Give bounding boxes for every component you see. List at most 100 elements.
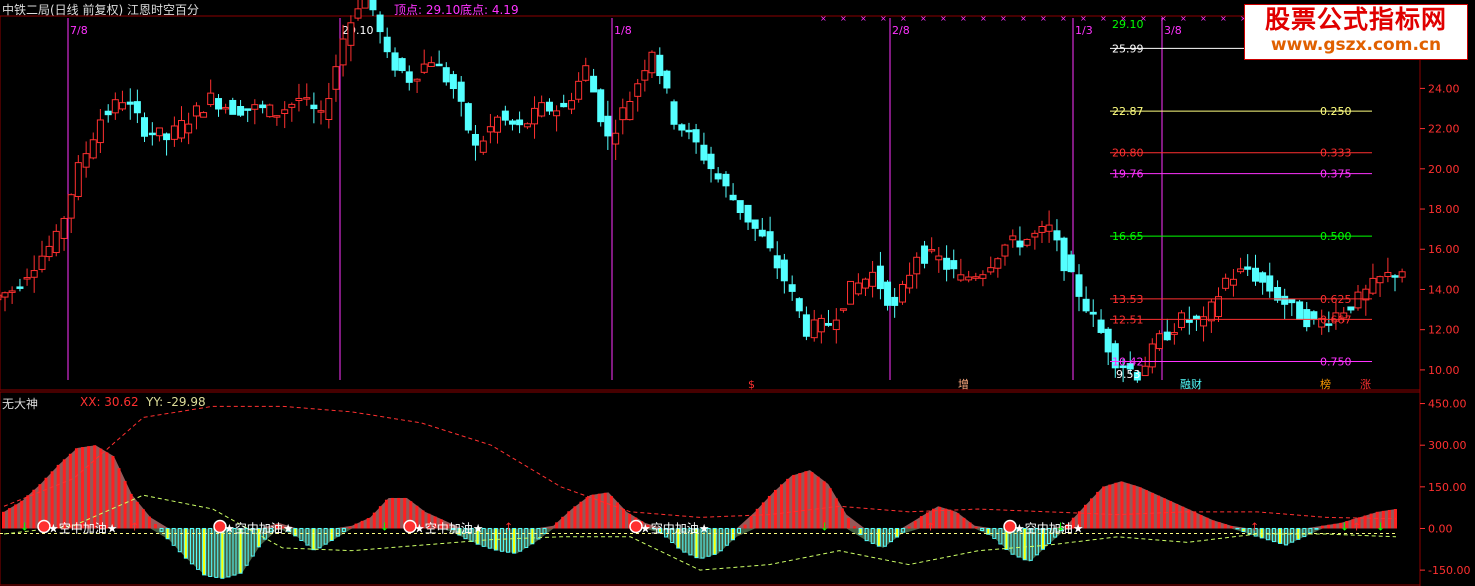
top-cross-mark: × bbox=[1160, 14, 1167, 23]
candle-body bbox=[957, 274, 965, 281]
candle-body bbox=[1303, 309, 1311, 328]
candle-body bbox=[824, 323, 832, 326]
oscillator-bar-up bbox=[755, 508, 759, 529]
candle-body bbox=[457, 81, 465, 102]
oscillator-bar-up bbox=[1108, 484, 1112, 529]
candle-body bbox=[185, 123, 193, 134]
ind-tick-label: 150.00 bbox=[1428, 481, 1467, 494]
candle-body bbox=[913, 256, 921, 275]
low-price-label: 9.53 bbox=[1116, 368, 1141, 381]
candle-body bbox=[531, 107, 539, 125]
price-tick-label: 10.00 bbox=[1428, 364, 1460, 377]
oscillator-bar-down bbox=[293, 527, 298, 537]
signal-arrow-icon: ↓ bbox=[20, 520, 29, 533]
candle-body bbox=[935, 255, 943, 261]
price-tick-label: 14.00 bbox=[1428, 283, 1460, 296]
oscillator-bar-up bbox=[1156, 495, 1160, 529]
candle-body bbox=[1089, 311, 1097, 315]
oscillator-bar-up bbox=[950, 510, 954, 529]
candle-body bbox=[1281, 295, 1289, 305]
date-marker-label: 1/3 bbox=[1075, 24, 1093, 37]
candle-body bbox=[1229, 278, 1237, 286]
candle-body bbox=[155, 127, 163, 137]
candle-body bbox=[810, 319, 818, 339]
ind-tick-label: 300.00 bbox=[1428, 439, 1467, 452]
event-tag: 榜 bbox=[1320, 377, 1331, 391]
candle-body bbox=[1354, 291, 1362, 309]
candle-body bbox=[1163, 331, 1171, 341]
oscillator-bar-up bbox=[360, 520, 364, 529]
gann-price-label: 16.65 bbox=[1112, 230, 1144, 243]
top-cross-mark: × bbox=[1080, 14, 1087, 23]
candle-body bbox=[508, 120, 516, 125]
candle-body bbox=[1038, 226, 1046, 233]
oscillator-bar-up bbox=[1363, 515, 1367, 529]
candle-body bbox=[118, 102, 126, 110]
candle-body bbox=[1244, 266, 1252, 270]
signal-arrow-icon: ↑ bbox=[926, 520, 935, 533]
oscillator-bar-up bbox=[141, 509, 145, 529]
gann-ratio-label: 0.750 bbox=[1320, 355, 1352, 368]
top-cross-mark: × bbox=[860, 14, 867, 23]
oscillator-bar-down bbox=[895, 527, 900, 538]
candle-body bbox=[16, 286, 24, 289]
top-cross-mark: × bbox=[840, 14, 847, 23]
candle-body bbox=[413, 78, 421, 82]
candle-body bbox=[427, 62, 435, 67]
signal-arrow-icon: ↓ bbox=[1056, 520, 1065, 533]
date-marker-label: 3/8 bbox=[1164, 24, 1182, 37]
candle-body bbox=[1075, 274, 1083, 297]
oscillator-bar-up bbox=[846, 517, 850, 529]
date-marker-label: 1/8 bbox=[614, 24, 632, 37]
stock-chart[interactable]: 26.0024.0022.0020.0018.0016.0014.0012.00… bbox=[0, 0, 1475, 586]
top-cross-mark: × bbox=[820, 14, 827, 23]
oscillator-bar-up bbox=[366, 518, 370, 529]
oscillator-bar-up bbox=[1181, 506, 1185, 529]
price-tick-label: 20.00 bbox=[1428, 163, 1460, 176]
yy-value: YY: -29.98 bbox=[146, 395, 206, 409]
oscillator-bar-up bbox=[962, 517, 966, 529]
oscillator-bar-up bbox=[585, 497, 589, 529]
date-marker-label: 2/8 bbox=[892, 24, 910, 37]
gann-price-label: 13.53 bbox=[1112, 293, 1144, 306]
signal-arrow-icon: ↓ bbox=[1376, 520, 1385, 533]
gann-ratio-label: 0.500 bbox=[1320, 230, 1352, 243]
candle-body bbox=[1252, 267, 1260, 282]
oscillator-bar-up bbox=[743, 524, 747, 529]
oscillator-bar-up bbox=[567, 511, 571, 529]
candle-body bbox=[1384, 271, 1392, 278]
candle-body bbox=[597, 89, 605, 123]
candle-body bbox=[104, 110, 112, 116]
candle-body bbox=[273, 115, 281, 118]
candle-body bbox=[126, 101, 134, 105]
candle-body bbox=[133, 101, 141, 114]
oscillator-bar-up bbox=[1120, 481, 1124, 529]
oscillator-bar-up bbox=[804, 471, 808, 529]
candle-body bbox=[251, 104, 259, 110]
candle-body bbox=[23, 277, 31, 280]
ind-tick-label: 0.00 bbox=[1428, 522, 1453, 535]
candle-body bbox=[178, 120, 186, 139]
candle-body bbox=[692, 129, 700, 143]
oscillator-bar-up bbox=[1144, 490, 1148, 529]
candle-body bbox=[464, 103, 472, 131]
ind-tick-label: 450.00 bbox=[1428, 398, 1467, 411]
oscillator-bar-up bbox=[1199, 514, 1203, 529]
candle-body bbox=[839, 308, 847, 311]
candle-body bbox=[861, 278, 869, 289]
oscillator-bar-up bbox=[153, 523, 157, 529]
candle-body bbox=[965, 276, 973, 281]
price-panel-frame bbox=[0, 15, 1421, 391]
candle-body bbox=[1391, 275, 1399, 278]
oscillator-bar-up bbox=[1150, 492, 1154, 529]
candle-body bbox=[1104, 328, 1112, 353]
oscillator-bar-up bbox=[1126, 483, 1130, 529]
site-logo[interactable]: 股票公式指标网 www.gszx.com.cn bbox=[1244, 4, 1468, 60]
bottom-point-label: 底点: 4.19 bbox=[460, 3, 519, 17]
gann-ratio-label: 0.625 bbox=[1320, 293, 1352, 306]
candle-body bbox=[722, 173, 730, 187]
oscillator-negative-area bbox=[4, 528, 1396, 579]
oscillator-bar-up bbox=[622, 508, 626, 529]
candle-body bbox=[288, 103, 296, 108]
oscillator-bar-down bbox=[202, 527, 207, 576]
